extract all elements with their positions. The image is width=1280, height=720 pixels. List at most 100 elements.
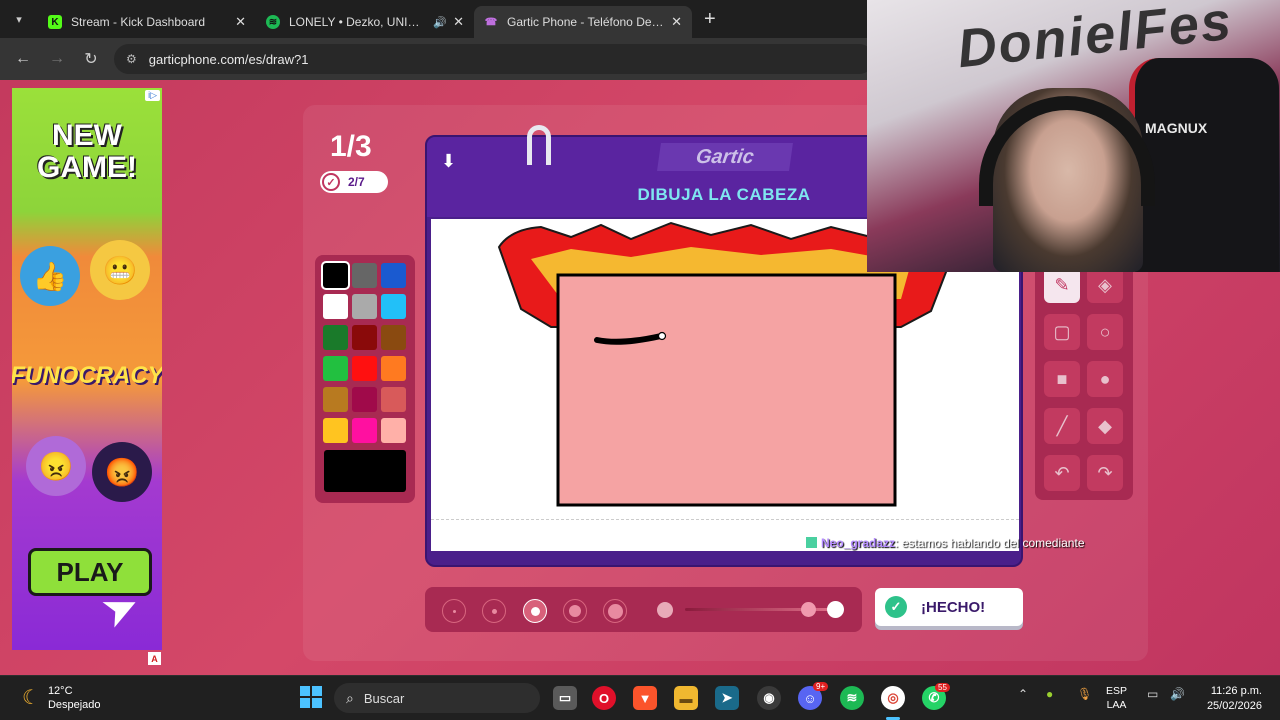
ad-title: NEW GAME! [37, 119, 137, 184]
color-swatch[interactable] [352, 418, 377, 443]
fill-bucket-tool-icon[interactable]: ◆ [1087, 408, 1123, 444]
color-swatch[interactable] [323, 418, 348, 443]
chat-badge-icon [806, 537, 817, 548]
stream-chat-overlay: Neo_gradazz: estamos hablando del comedi… [806, 536, 1085, 550]
tab-gartic[interactable]: ☎ Gartic Phone - Teléfono Descon ✕ [474, 6, 692, 38]
color-swatch[interactable] [321, 261, 350, 290]
taskbar-search[interactable]: ⌕ Buscar [334, 683, 540, 713]
eraser-tool-icon[interactable]: ◈ [1087, 267, 1123, 303]
webcam-overlay: DonielFes MAGNUX [867, 0, 1280, 272]
color-swatch[interactable] [352, 294, 377, 319]
color-swatch[interactable] [323, 325, 348, 350]
url-input[interactable]: ⚙ garticphone.com/es/draw?1 [114, 44, 874, 74]
forward-icon[interactable]: → [40, 50, 74, 68]
tab-spotify[interactable]: ≋ LONELY • Dezko, UNIVERSE 🔊 ✕ [256, 6, 474, 38]
close-icon[interactable]: ✕ [671, 14, 682, 30]
microphone-icon[interactable]: 🎙 [1077, 687, 1092, 701]
undo-icon[interactable]: ↶ [1044, 455, 1080, 491]
round-counter: 1/3 [330, 130, 372, 163]
color-swatch[interactable] [352, 356, 377, 381]
url-text: garticphone.com/es/draw?1 [148, 51, 309, 67]
thumbs-up-icon: 👍 [20, 246, 80, 306]
color-swatch[interactable] [381, 356, 406, 381]
new-tab-icon[interactable]: + [704, 8, 716, 31]
clip-icon [527, 125, 551, 165]
weather-widget[interactable]: ☾ 12°C Despejado [22, 684, 101, 712]
ellipse-outline-tool-icon[interactable]: ○ [1087, 314, 1123, 350]
app-icon[interactable]: ➤ [715, 686, 739, 710]
search-label: Buscar [363, 690, 405, 706]
chevron-up-icon[interactable]: ⌃ [1018, 687, 1028, 701]
speaker-icon[interactable]: 🔊 [433, 16, 447, 29]
turn-status-badge: ✓ 2/7 [320, 171, 388, 193]
opera-icon[interactable]: O [592, 686, 616, 710]
brush-size-5[interactable] [603, 599, 627, 623]
pencil-tool-icon[interactable]: ✎ [1044, 267, 1080, 303]
chrome-icon[interactable]: ◎ [881, 686, 905, 710]
network-icon[interactable]: ▭ [1147, 687, 1158, 701]
spotify-icon[interactable]: ≋ [840, 686, 864, 710]
color-swatch[interactable] [323, 387, 348, 412]
rectangle-outline-tool-icon[interactable]: ▢ [1044, 314, 1080, 350]
line-tool-icon[interactable]: ╱ [1044, 408, 1080, 444]
character-icon: 😬 [90, 240, 150, 300]
ad-info-icon[interactable]: i▷ [145, 90, 160, 101]
done-button[interactable]: ✓ ¡HECHO! [875, 588, 1023, 626]
tab-search-icon[interactable]: ▾ [0, 0, 38, 38]
brush-size-1[interactable] [442, 599, 466, 623]
check-icon: ✓ [885, 596, 907, 618]
color-swatch[interactable] [352, 263, 377, 288]
character-icon: 😠 [26, 436, 86, 496]
clock-time: 11:26 p.m. [1210, 685, 1262, 697]
close-icon[interactable]: ✕ [235, 14, 246, 30]
ellipse-fill-tool-icon[interactable]: ● [1087, 361, 1123, 397]
file-explorer-icon[interactable]: ▬ [674, 686, 698, 710]
tab-kick[interactable]: K Stream - Kick Dashboard ✕ [38, 6, 256, 38]
color-swatch[interactable] [352, 325, 377, 350]
reload-icon[interactable]: ↻ [74, 49, 108, 69]
taskbar: ☾ 12°C Despejado ⌕ Buscar ▭ O ▼ ▬ ➤ ◉ ☺ … [0, 675, 1280, 720]
brush-size-2[interactable] [482, 599, 506, 623]
tray-app-icon[interactable]: ● [1046, 687, 1053, 701]
language-indicator[interactable]: ESP LAA [1106, 684, 1127, 712]
back-icon[interactable]: ← [6, 50, 40, 68]
brush-size-4[interactable] [563, 599, 587, 623]
site-info-icon[interactable]: ⚙ [126, 52, 137, 66]
turn-count: 2/7 [348, 175, 365, 189]
color-swatch[interactable] [323, 356, 348, 381]
drawn-face [556, 273, 897, 507]
weather-desc: Despejado [47, 699, 101, 711]
chat-message: : estamos hablando del comediante [895, 536, 1085, 550]
color-swatch[interactable] [381, 325, 406, 350]
volume-icon[interactable]: 🔊 [1170, 687, 1185, 701]
ad-banner[interactable]: i▷ NEW GAME! 👍 😬 FUNOCRACY 😠 😡 PLAY ➤ [12, 88, 162, 650]
tab-title: Stream - Kick Dashboard [71, 15, 206, 29]
obs-icon[interactable]: ◉ [757, 686, 781, 710]
redo-icon[interactable]: ↷ [1087, 455, 1123, 491]
lang-layout: LAA [1106, 699, 1127, 711]
color-swatch[interactable] [323, 294, 348, 319]
brush-size-3[interactable] [523, 599, 547, 623]
kick-icon: K [48, 15, 62, 29]
opacity-slider-thumb[interactable] [801, 602, 816, 617]
search-icon: ⌕ [346, 689, 354, 706]
chair-brand: MAGNUX [1145, 120, 1208, 136]
gartic-logo: Gartic [657, 143, 793, 171]
close-icon[interactable]: ✕ [453, 14, 464, 30]
task-view-icon[interactable]: ▭ [553, 686, 577, 710]
whatsapp-badge: 55 [935, 683, 950, 692]
rectangle-fill-tool-icon[interactable]: ■ [1044, 361, 1080, 397]
brave-icon[interactable]: ▼ [633, 686, 657, 710]
color-swatch[interactable] [381, 418, 406, 443]
color-swatch[interactable] [381, 294, 406, 319]
download-icon[interactable]: ⬇ [441, 151, 456, 172]
current-color [324, 450, 406, 492]
ad-play-button[interactable]: PLAY [28, 548, 152, 596]
color-swatch[interactable] [381, 387, 406, 412]
color-swatch[interactable] [352, 387, 377, 412]
clock-date: 25/02/2026 [1206, 700, 1262, 712]
color-swatch[interactable] [381, 263, 406, 288]
clock[interactable]: 11:26 p.m. 25/02/2026 [1200, 684, 1262, 714]
windows-start-icon[interactable] [300, 686, 322, 708]
tab-title: Gartic Phone - Teléfono Descon [507, 15, 666, 29]
